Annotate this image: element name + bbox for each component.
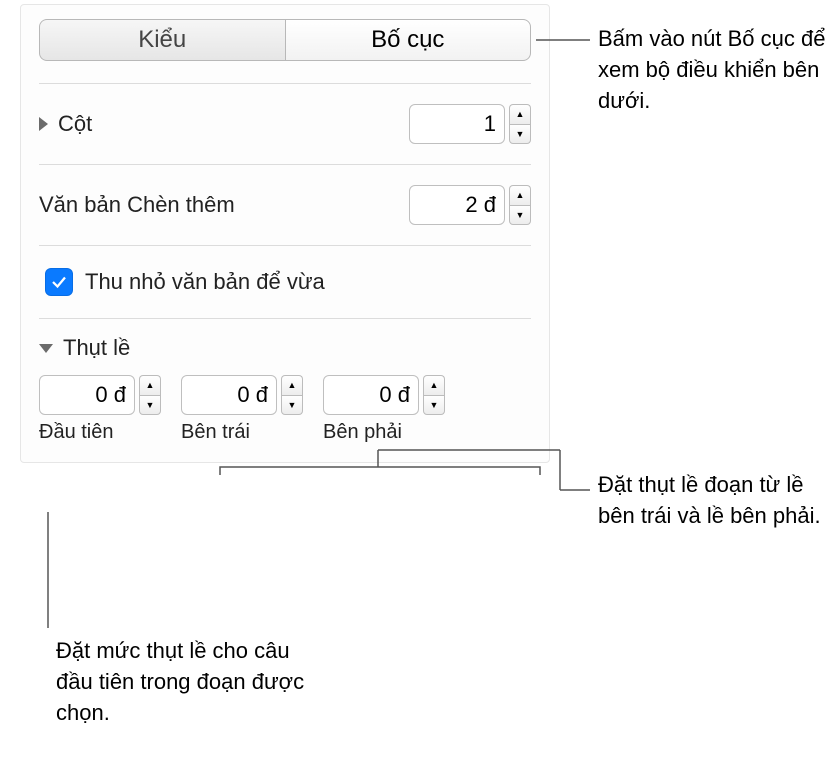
indent-left-col: ▲ ▼ Bên trái <box>181 375 303 444</box>
columns-step-down[interactable]: ▼ <box>509 124 531 144</box>
annotation-side-indents: Đặt thụt lề đoạn từ lề bên trái và lề bê… <box>598 470 828 532</box>
tab-segmented-control[interactable]: Kiểu Bố cục <box>39 19 531 61</box>
chevron-right-icon[interactable] <box>39 117 48 131</box>
shrink-to-fit-label: Thu nhỏ văn bản để vừa <box>85 269 325 295</box>
indent-right-up[interactable]: ▲ <box>423 375 445 395</box>
annotation-first-indent: Đặt mức thụt lề cho câu đầu tiên trong đ… <box>56 636 316 728</box>
indent-first-down[interactable]: ▼ <box>139 395 161 415</box>
text-inset-input[interactable] <box>409 185 505 225</box>
indent-right-input[interactable] <box>323 375 419 415</box>
columns-row: Cột ▲ ▼ <box>21 84 549 164</box>
columns-input[interactable] <box>409 104 505 144</box>
indent-first-stepper[interactable]: ▲ ▼ <box>39 375 161 415</box>
indent-left-down[interactable]: ▼ <box>281 395 303 415</box>
annotation-layout-tab: Bấm vào nút Bố cục để xem bộ điều khiển … <box>598 24 828 116</box>
indent-right-down[interactable]: ▼ <box>423 395 445 415</box>
indent-left-up[interactable]: ▲ <box>281 375 303 395</box>
check-icon <box>50 273 68 291</box>
indent-right-label: Bên phải <box>323 421 445 444</box>
tab-layout[interactable]: Bố cục <box>285 19 532 61</box>
shrink-to-fit-checkbox[interactable] <box>45 268 73 296</box>
columns-stepper[interactable]: ▲ ▼ <box>409 104 531 144</box>
indent-left-label: Bên trái <box>181 421 303 444</box>
indent-first-col: ▲ ▼ Đầu tiên <box>39 375 161 444</box>
indent-first-up[interactable]: ▲ <box>139 375 161 395</box>
indents-label: Thụt lề <box>63 335 130 361</box>
indent-first-input[interactable] <box>39 375 135 415</box>
indent-first-label: Đầu tiên <box>39 421 161 444</box>
columns-label: Cột <box>58 111 92 137</box>
shrink-to-fit-row: Thu nhỏ văn bản để vừa <box>21 246 549 318</box>
text-inset-row: Văn bản Chèn thêm ▲ ▼ <box>21 165 549 245</box>
text-inset-step-down[interactable]: ▼ <box>509 205 531 225</box>
indent-right-col: ▲ ▼ Bên phải <box>323 375 445 444</box>
tab-style[interactable]: Kiểu <box>39 19 285 61</box>
indent-left-stepper[interactable]: ▲ ▼ <box>181 375 303 415</box>
indent-left-input[interactable] <box>181 375 277 415</box>
text-inset-step-up[interactable]: ▲ <box>509 185 531 205</box>
chevron-down-icon[interactable] <box>39 344 53 353</box>
indents-section: Thụt lề ▲ ▼ Đầu tiên ▲ ▼ <box>21 319 549 448</box>
text-inset-stepper[interactable]: ▲ ▼ <box>409 185 531 225</box>
text-inset-label: Văn bản Chèn thêm <box>39 192 235 218</box>
columns-step-up[interactable]: ▲ <box>509 104 531 124</box>
indent-right-stepper[interactable]: ▲ ▼ <box>323 375 445 415</box>
layout-panel: Kiểu Bố cục Cột ▲ ▼ Văn bản Chèn thêm ▲ … <box>20 4 550 463</box>
